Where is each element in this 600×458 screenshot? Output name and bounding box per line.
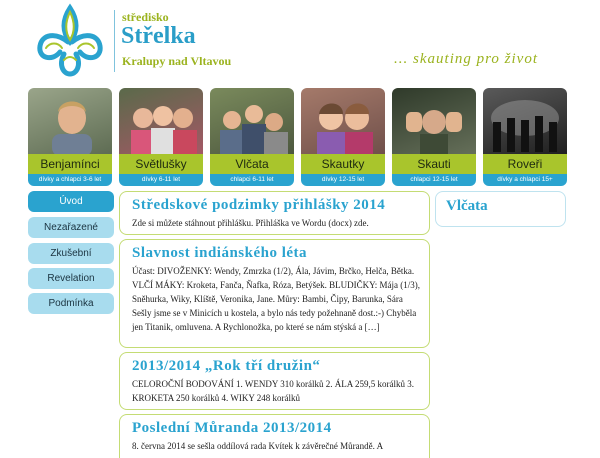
site-header: středisko Střelka Kralupy nad Vltavou ..…	[0, 0, 600, 85]
post-card: Středskové podzimky přihlášky 2014 Zde s…	[119, 191, 430, 235]
category-benjaminci[interactable]: Benjamínci dívky a chlapci 3-6 let	[28, 88, 112, 186]
category-label: Roveři	[483, 154, 567, 174]
category-photo	[392, 88, 476, 156]
post-title[interactable]: Slavnost indiánského léta	[132, 244, 421, 262]
category-age: chlapci 12-15 let	[392, 174, 476, 186]
scout-lily-logo[interactable]	[34, 2, 106, 78]
category-label: Vlčata	[210, 154, 294, 174]
nav-item-nezarazene[interactable]: Nezařazené	[28, 217, 114, 238]
post-card: 2013/2014 „Rok tří družin“ CELOROČNÍ BOD…	[119, 352, 430, 410]
post-excerpt: Účast: DIVOŽENKY: Wendy, Zmrzka (1/2), Á…	[132, 266, 421, 332]
category-age: chlapci 6-11 let	[210, 174, 294, 186]
category-photo	[28, 88, 112, 156]
post-card: Poslední Můranda 2013/2014 8. června 201…	[119, 414, 430, 458]
sidebar-title[interactable]: Vlčata	[446, 198, 555, 215]
category-age: dívky 12-15 let	[301, 174, 385, 186]
nav-item-podminka[interactable]: Podmínka	[28, 293, 114, 314]
category-skautky[interactable]: Skautky dívky 12-15 let	[301, 88, 385, 186]
category-photo	[210, 88, 294, 156]
post-excerpt: 8. června 2014 se sešla oddílová rada Kv…	[132, 441, 384, 451]
post-title[interactable]: Středskové podzimky přihlášky 2014	[132, 196, 421, 214]
brand-subtitle: Kralupy nad Vltavou	[122, 54, 232, 68]
logo-divider	[114, 10, 115, 72]
category-svetlusky[interactable]: Světlušky dívky 6-11 let	[119, 88, 203, 186]
category-photo	[483, 88, 567, 156]
category-age: dívky a chlapci 3-6 let	[28, 174, 112, 186]
category-roveri[interactable]: Roveři dívky a chlapci 15+	[483, 88, 567, 186]
nav-item-zkusebni[interactable]: Zkušební	[28, 243, 114, 264]
category-label: Skautky	[301, 154, 385, 174]
post-title[interactable]: 2013/2014 „Rok tří družin“	[132, 357, 421, 375]
category-skauti[interactable]: Skauti chlapci 12-15 let	[392, 88, 476, 186]
category-age: dívky 6-11 let	[119, 174, 203, 186]
post-excerpt: Zde si můžete stáhnout přihlášku. Přihlá…	[132, 218, 369, 228]
category-photo	[301, 88, 385, 156]
category-label: Benjamínci	[28, 154, 112, 174]
sidebar-widget: Vlčata	[435, 191, 566, 227]
category-label: Světlušky	[119, 154, 203, 174]
post-excerpt: CELOROČNÍ BODOVÁNÍ 1. WENDY 310 korálků …	[132, 379, 414, 403]
category-strip: Benjamínci dívky a chlapci 3-6 let Světl…	[28, 88, 568, 186]
category-vlcata[interactable]: Vlčata chlapci 6-11 let	[210, 88, 294, 186]
category-photo	[119, 88, 203, 156]
post-title[interactable]: Poslední Můranda 2013/2014	[132, 419, 421, 437]
category-label: Skauti	[392, 154, 476, 174]
category-age: dívky a chlapci 15+	[483, 174, 567, 186]
brand-name[interactable]: Střelka	[121, 23, 196, 50]
post-card: Slavnost indiánského léta Účast: DIVOŽEN…	[119, 239, 430, 348]
nav-item-revelation[interactable]: Revelation	[28, 268, 114, 289]
tagline: ... skauting pro život	[394, 51, 538, 67]
nav-item-uvod[interactable]: Úvod	[28, 191, 114, 212]
